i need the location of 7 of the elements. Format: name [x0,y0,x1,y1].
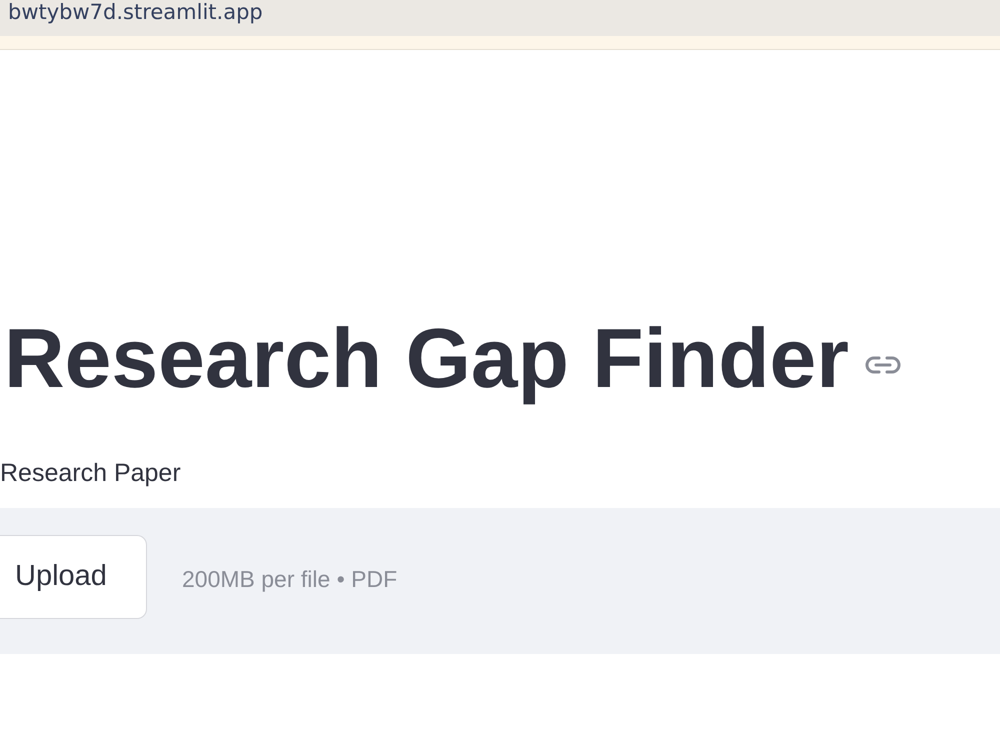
uploader-label: Research Paper [0,458,182,488]
dropzone[interactable]: Upload 200MB per file • PDF [0,508,1000,654]
upload-button[interactable]: Upload [0,535,147,619]
file-limit-hint: 200MB per file • PDF [182,565,398,593]
link-icon[interactable] [864,355,901,375]
url-text[interactable]: bwtybw7d.streamlit.app [8,0,263,24]
page-title: Research Gap Finder [4,310,849,407]
